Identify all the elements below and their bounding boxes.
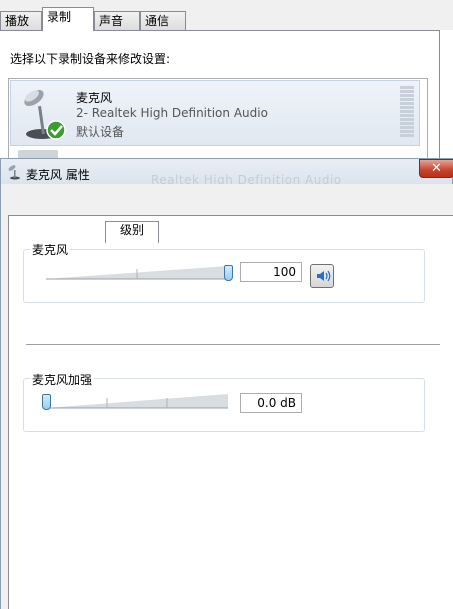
tab-playback[interactable]: 播放 xyxy=(0,11,42,30)
tab-sounds[interactable]: 声音 xyxy=(94,11,140,30)
microphone-boost-thumb[interactable] xyxy=(41,394,51,410)
microphone-boost-label: 麦克风加强 xyxy=(30,371,95,388)
tab-communications[interactable]: 通信 xyxy=(140,11,186,30)
microphone-boost-value[interactable]: 0.0 dB xyxy=(240,393,302,413)
microphone-title-icon xyxy=(8,165,20,180)
mute-toggle-button[interactable] xyxy=(310,264,334,288)
device-status: 默认设备 xyxy=(76,125,125,139)
close-button[interactable]: ✕ xyxy=(419,159,453,178)
separator-line xyxy=(26,344,440,345)
green-checkmark-icon xyxy=(46,120,66,140)
close-icon: ✕ xyxy=(431,161,442,176)
device-name: 麦克风 xyxy=(76,91,113,105)
dialog-title: 麦克风 属性 xyxy=(26,168,90,182)
title-bar[interactable]: 麦克风 属性 Realtek High Definition Audio ✕ xyxy=(0,158,453,187)
speaker-icon xyxy=(317,270,331,282)
microphone-volume-value[interactable]: 100 xyxy=(240,262,302,282)
microphone-volume-slider[interactable] xyxy=(46,263,232,285)
device-description: 2- Realtek High Definition Audio xyxy=(76,106,268,120)
background-tabstrip: 播放 录制 声音 通信 xyxy=(0,0,453,31)
tab-levels[interactable]: 级别 xyxy=(105,221,159,243)
device-level-meter xyxy=(400,86,414,140)
recording-instruction: 选择以下录制设备来修改设置: xyxy=(10,52,171,66)
microphone-level-label: 麦克风 xyxy=(30,241,71,258)
microphone-icon xyxy=(24,90,66,140)
microphone-volume-thumb[interactable] xyxy=(223,265,233,281)
tab-recording[interactable]: 录制 xyxy=(42,7,94,31)
microphone-boost-slider[interactable] xyxy=(46,392,232,414)
